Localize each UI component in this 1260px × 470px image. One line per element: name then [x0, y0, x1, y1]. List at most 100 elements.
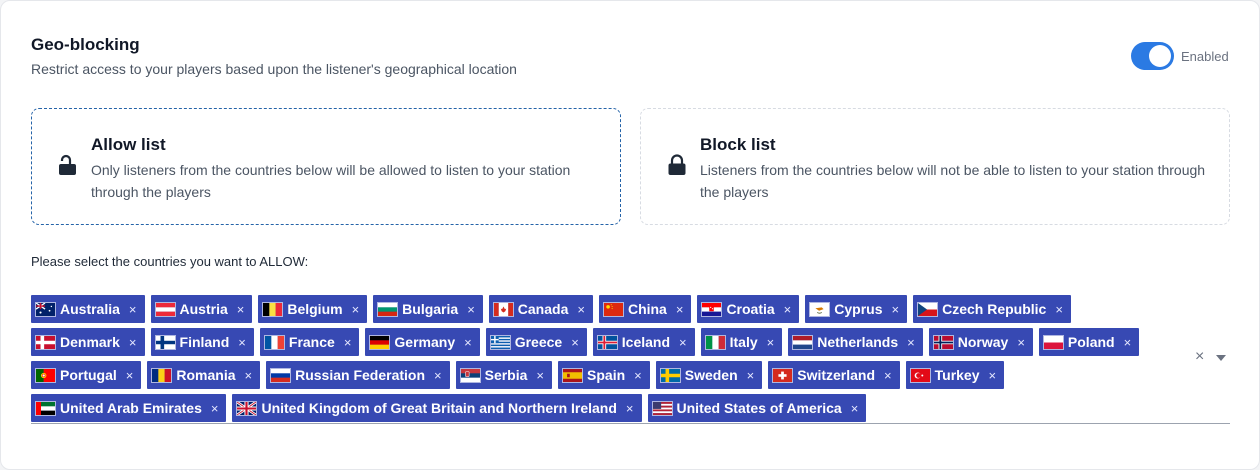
section-title: Geo-blocking — [31, 35, 140, 54]
country-tag-label: Germany — [394, 334, 456, 350]
country-tag-label: Romania — [176, 367, 236, 383]
remove-tag-icon[interactable]: × — [907, 335, 915, 350]
remove-tag-icon[interactable]: × — [577, 302, 585, 317]
remove-tag-icon[interactable]: × — [989, 368, 997, 383]
remove-tag-icon[interactable]: × — [892, 302, 900, 317]
finland-flag-icon — [154, 334, 176, 350]
remove-tag-icon[interactable]: × — [884, 368, 892, 383]
block-list-option[interactable]: Block list Listeners from the countries … — [640, 108, 1230, 225]
allow-list-description: Only listeners from the countries below … — [91, 162, 571, 200]
toggle-knob — [1149, 45, 1171, 67]
remove-tag-icon[interactable]: × — [676, 302, 684, 317]
switzerland-flag-icon — [772, 367, 794, 383]
remove-tag-icon[interactable]: × — [851, 401, 859, 416]
country-multiselect[interactable]: Australia × Austria × Belgium × Bulgaria × Canad… — [31, 294, 1230, 424]
country-tag-label: Russian Federation — [295, 367, 426, 383]
country-tag-label: Norway — [957, 334, 1009, 350]
remove-tag-icon[interactable]: × — [434, 368, 442, 383]
remove-tag-icon[interactable]: × — [211, 401, 219, 416]
country-tag-label: Serbia — [484, 367, 528, 383]
remove-tag-icon[interactable]: × — [352, 302, 360, 317]
spain-flag-icon — [562, 367, 584, 383]
country-tag-label: Czech Republic — [942, 301, 1047, 317]
country-tag: Croatia × — [697, 295, 800, 323]
remove-tag-icon[interactable]: × — [237, 302, 245, 317]
canada-flag-icon — [492, 301, 514, 317]
remove-tag-icon[interactable]: × — [634, 368, 642, 383]
portugal-flag-icon — [35, 367, 56, 383]
country-tag: Serbia × — [455, 361, 553, 389]
section-subtitle: Restrict access to your players based up… — [31, 61, 517, 77]
chevron-down-icon[interactable] — [1216, 355, 1226, 361]
remove-tag-icon[interactable]: × — [467, 302, 475, 317]
serbia-flag-icon — [459, 367, 481, 383]
country-tag: Greece × — [485, 328, 587, 356]
country-tag: Czech Republic × — [913, 295, 1071, 323]
china-flag-icon — [602, 301, 624, 317]
remove-tag-icon[interactable]: × — [126, 368, 134, 383]
bulgaria-flag-icon — [377, 301, 399, 317]
croatia-flag-icon — [701, 301, 723, 317]
remove-tag-icon[interactable]: × — [536, 368, 544, 383]
country-tag-label: Italy — [729, 334, 758, 350]
uk-flag-icon — [236, 400, 258, 416]
remove-tag-icon[interactable]: × — [344, 335, 352, 350]
country-tag-label: Poland — [1067, 334, 1115, 350]
italy-flag-icon — [704, 334, 726, 350]
country-tag: Turkey × — [905, 361, 1005, 389]
denmark-flag-icon — [35, 334, 56, 350]
remove-tag-icon[interactable]: × — [626, 401, 634, 416]
country-tag: Spain × — [558, 361, 650, 389]
remove-tag-icon[interactable]: × — [238, 335, 246, 350]
country-tag-label: Portugal — [60, 367, 117, 383]
remove-tag-icon[interactable]: × — [129, 302, 137, 317]
country-tag-label: Iceland — [621, 334, 671, 350]
remove-tag-icon[interactable]: × — [571, 335, 579, 350]
country-tag-label: Greece — [514, 334, 563, 350]
cyprus-flag-icon — [809, 301, 831, 317]
country-tag: Poland × — [1038, 328, 1140, 356]
czech-flag-icon — [917, 301, 939, 317]
netherlands-flag-icon — [792, 334, 814, 350]
country-tag: United States of America × — [647, 394, 867, 422]
country-tag: Finland × — [150, 328, 254, 356]
norway-flag-icon — [932, 334, 954, 350]
remove-tag-icon[interactable]: × — [747, 368, 755, 383]
country-tag: Austria × — [150, 295, 253, 323]
poland-flag-icon — [1042, 334, 1064, 350]
country-tag-label: France — [288, 334, 335, 350]
remove-tag-icon[interactable]: × — [464, 335, 472, 350]
country-tag-label: Australia — [60, 301, 120, 317]
country-tag-label: Spain — [587, 367, 626, 383]
selected-countries: Australia × Austria × Belgium × Bulgaria × Canad… — [31, 294, 1191, 426]
country-tag-label: Canada — [517, 301, 569, 317]
remove-tag-icon[interactable]: × — [245, 368, 253, 383]
country-tag: Iceland × — [592, 328, 695, 356]
allow-list-option[interactable]: Allow list Only listeners from the count… — [31, 108, 621, 225]
country-tag: Switzerland × — [768, 361, 900, 389]
enabled-toggle[interactable] — [1131, 42, 1174, 70]
enabled-toggle-group: Enabled — [1131, 42, 1229, 70]
remove-tag-icon[interactable]: × — [1017, 335, 1025, 350]
country-tag-label: Cyprus — [834, 301, 883, 317]
country-tag: Norway × — [928, 328, 1033, 356]
country-tag: Belgium × — [258, 295, 368, 323]
remove-tag-icon[interactable]: × — [1124, 335, 1132, 350]
remove-tag-icon[interactable]: × — [679, 335, 687, 350]
lock-icon — [668, 154, 686, 175]
country-tag-label: United Kingdom of Great Britain and Nort… — [261, 400, 617, 416]
usa-flag-icon — [651, 400, 673, 416]
greece-flag-icon — [489, 334, 511, 350]
country-tag: Canada × — [488, 295, 593, 323]
country-tag-label: China — [627, 301, 667, 317]
remove-tag-icon[interactable]: × — [767, 335, 775, 350]
country-tag: Cyprus × — [805, 295, 908, 323]
germany-flag-icon — [369, 334, 391, 350]
country-tag-label: Finland — [179, 334, 230, 350]
clear-all-icon[interactable]: × — [1195, 348, 1204, 366]
remove-tag-icon[interactable]: × — [784, 302, 792, 317]
uae-flag-icon — [35, 400, 56, 416]
country-tag-label: Belgium — [287, 301, 343, 317]
remove-tag-icon[interactable]: × — [129, 335, 137, 350]
remove-tag-icon[interactable]: × — [1055, 302, 1063, 317]
